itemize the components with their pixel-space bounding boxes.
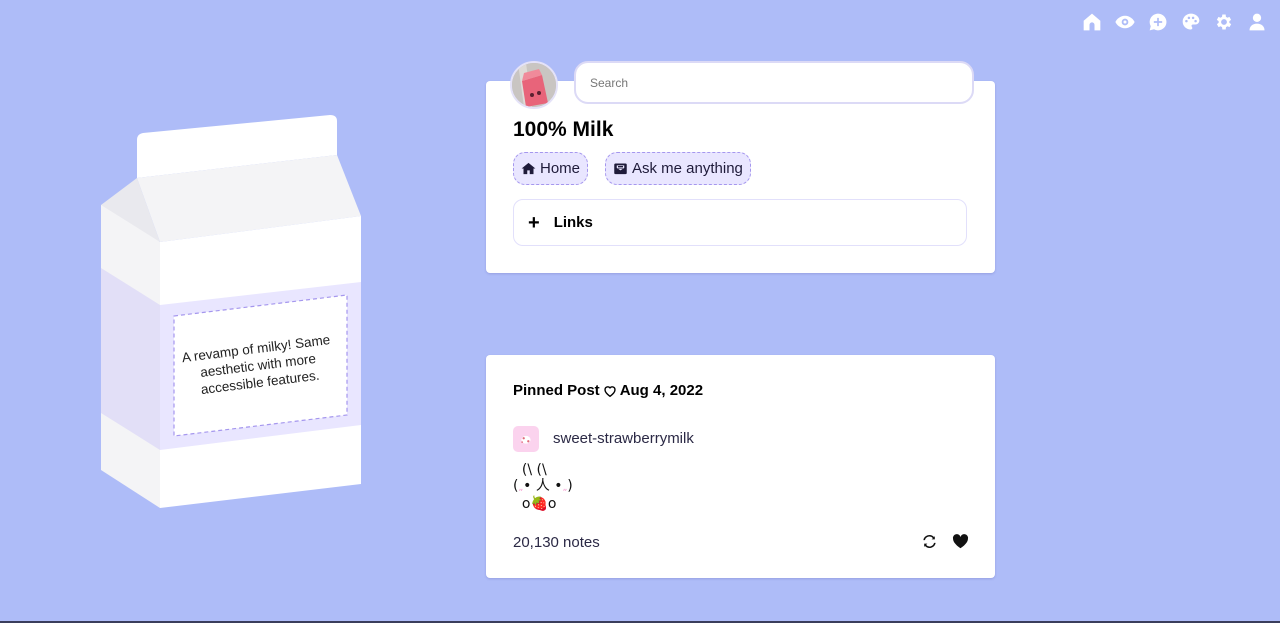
palette-icon — [1182, 13, 1200, 30]
top-navigation — [1081, 11, 1268, 33]
reblog-icon — [922, 534, 936, 548]
nav-pill-home[interactable]: Home — [513, 152, 589, 185]
nav-settings-button[interactable] — [1213, 11, 1235, 33]
like-button[interactable] — [951, 532, 969, 550]
strawberry-icon: 🍓 — [530, 496, 548, 512]
links-toggle[interactable]: + Links — [513, 199, 967, 246]
gear-icon — [1216, 14, 1232, 30]
heart-icon — [952, 533, 968, 548]
home-icon — [1083, 13, 1101, 31]
carton-description: A revamp of milky! Same aesthetic with m… — [180, 331, 331, 397]
nav-pill-ask[interactable]: Ask me anything — [605, 152, 751, 185]
post-author[interactable]: sweet-strawberrymilk — [553, 430, 694, 447]
eye-icon — [1115, 15, 1135, 29]
reblog-button[interactable] — [920, 532, 938, 550]
author-avatar-image — [521, 435, 531, 444]
nav-pill-label: Home — [540, 160, 581, 177]
links-label: Links — [553, 214, 593, 231]
heart-outline-icon — [604, 385, 616, 397]
post-actions — [920, 532, 969, 550]
chat-plus-icon — [1149, 13, 1167, 31]
search-input[interactable] — [574, 61, 974, 104]
post-kaomoji: (\ (\ („• 人 •„) o🍓o — [513, 462, 573, 512]
envelope-open-icon — [614, 163, 627, 175]
post-header: Pinned Post Aug 4, 2022 — [513, 382, 703, 399]
nav-account-button[interactable] — [1246, 11, 1268, 33]
author-avatar[interactable] — [513, 426, 539, 452]
plus-icon: + — [528, 211, 540, 234]
nav-home-button[interactable] — [1081, 11, 1103, 33]
pinned-label: Pinned Post — [513, 382, 600, 399]
post-notes-count[interactable]: 20,130 notes — [513, 534, 600, 551]
blog-avatar[interactable] — [510, 61, 558, 109]
nav-watching-button[interactable] — [1114, 11, 1136, 33]
nav-pill-label: Ask me anything — [632, 160, 743, 177]
post-date[interactable]: Aug 4, 2022 — [620, 382, 703, 399]
avatar-image — [512, 63, 556, 107]
blog-title: 100% Milk — [513, 118, 614, 141]
home-icon — [521, 162, 536, 175]
nav-new-post-button[interactable] — [1147, 11, 1169, 33]
user-icon — [1249, 13, 1265, 31]
nav-customize-button[interactable] — [1180, 11, 1202, 33]
